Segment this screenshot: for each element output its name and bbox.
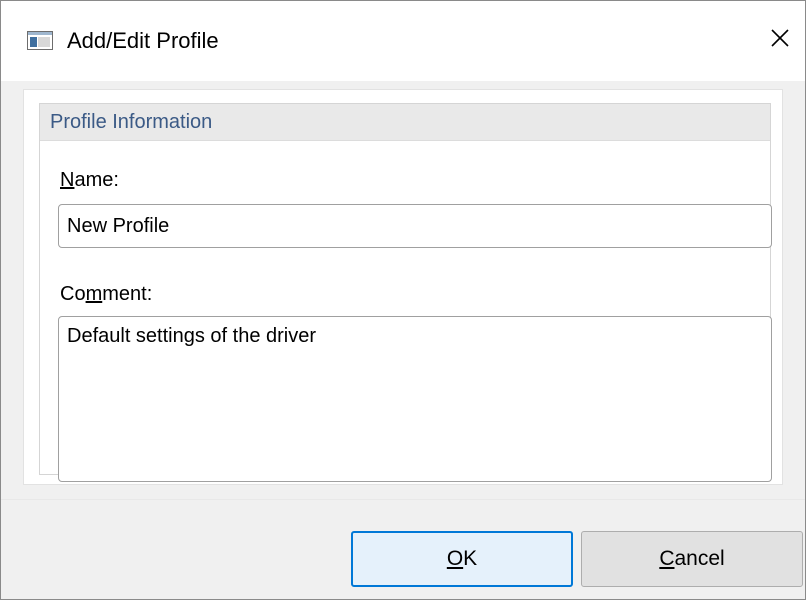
close-button[interactable] <box>755 15 805 65</box>
add-edit-profile-dialog: Add/Edit Profile Profile Information Nam… <box>0 0 806 600</box>
comment-textarea[interactable]: Default settings of the driver <box>58 316 772 482</box>
cancel-button-label: ancel <box>674 547 725 570</box>
cancel-button-mnemonic: C <box>659 547 675 570</box>
comment-label-post: ment: <box>102 283 153 305</box>
name-label-mnemonic: N <box>60 169 75 191</box>
ok-button[interactable]: OK <box>351 531 573 587</box>
cancel-button[interactable]: Cancel <box>581 531 803 587</box>
window-app-icon <box>27 31 53 50</box>
ok-button-label: K <box>463 547 478 570</box>
name-label-text: ame: <box>74 169 119 191</box>
title-bar[interactable]: Add/Edit Profile <box>1 1 805 81</box>
ok-button-mnemonic: O <box>446 547 464 570</box>
window-title: Add/Edit Profile <box>67 28 219 53</box>
comment-label-pre: Co <box>60 283 86 305</box>
close-icon <box>770 28 790 53</box>
comment-label: Comment: <box>60 280 152 308</box>
footer-divider <box>1 499 805 500</box>
group-header: Profile Information <box>40 104 770 141</box>
comment-label-mnemonic: m <box>85 283 103 305</box>
profile-information-group: Profile Information Name: Comment: Defau… <box>39 103 772 482</box>
name-label: Name: <box>60 166 119 194</box>
group-title: Profile Information <box>50 111 213 133</box>
name-input[interactable] <box>58 204 772 248</box>
